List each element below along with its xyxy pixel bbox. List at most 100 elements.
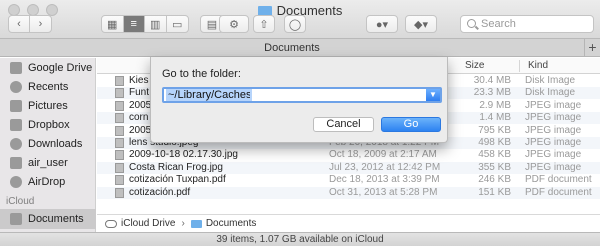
file-date: Oct 18, 2009 at 2:17 AM bbox=[329, 149, 437, 161]
file-kind: JPEG image bbox=[525, 161, 582, 173]
file-name: cotización.pdf bbox=[129, 186, 191, 198]
sidebar-item-label: Google Drive bbox=[28, 62, 93, 74]
sidebar-item-label: Dropbox bbox=[28, 119, 70, 131]
action-button[interactable]: ⚙ bbox=[219, 15, 249, 33]
list-view-icon[interactable]: ≡ bbox=[123, 16, 145, 32]
file-icon bbox=[115, 187, 124, 198]
chevron-right-icon: › bbox=[181, 218, 185, 229]
file-size: 355 KB bbox=[478, 161, 511, 173]
file-kind: PDF document bbox=[525, 186, 592, 198]
file-size: 2.9 MB bbox=[479, 99, 511, 111]
view-mode-control[interactable]: ▦ ≡ ▥ ▭ bbox=[101, 15, 189, 33]
table-row[interactable]: 2009-10-18 02.17.30.jpg Oct 18, 2009 at 2… bbox=[97, 149, 600, 161]
table-row[interactable]: cotización.pdf Oct 31, 2013 at 5:28 PM 151… bbox=[97, 186, 600, 199]
sidebar-item-label: Downloads bbox=[28, 138, 83, 150]
file-icon bbox=[115, 88, 124, 99]
icon-view-icon[interactable]: ▦ bbox=[102, 16, 124, 32]
path-bar: iCloud Drive › Documents bbox=[97, 214, 600, 232]
file-size: 246 KB bbox=[478, 174, 511, 186]
sidebar-item-label: air_user bbox=[28, 157, 68, 169]
file-icon bbox=[115, 113, 124, 124]
tab-bar: Documents + bbox=[0, 39, 600, 57]
file-name: cotización Tuxpan.pdf bbox=[129, 174, 226, 186]
more-button[interactable]: ●▾ bbox=[366, 15, 398, 33]
file-size: 458 KB bbox=[478, 149, 511, 161]
group-icon: ▤ bbox=[206, 18, 218, 31]
sidebar-item-downloads[interactable]: Downloads bbox=[0, 134, 96, 154]
clock-icon bbox=[10, 81, 22, 93]
cloud-icon bbox=[105, 219, 117, 228]
file-size: 795 KB bbox=[478, 124, 511, 136]
path-root[interactable]: iCloud Drive bbox=[121, 218, 175, 229]
status-bar: 39 items, 1.07 GB available on iCloud bbox=[0, 232, 600, 246]
share-icon: ⇧ bbox=[259, 18, 269, 31]
gear-icon: ⚙ bbox=[229, 18, 239, 31]
back-forward-control[interactable]: ‹ › bbox=[8, 15, 52, 33]
file-icon bbox=[115, 175, 124, 186]
folder-path-combobox[interactable]: ▼ bbox=[162, 87, 442, 103]
sidebar-item-label: Pictures bbox=[28, 100, 68, 112]
file-date: Oct 31, 2013 at 5:28 PM bbox=[329, 186, 438, 198]
sidebar-section-icloud: iCloud bbox=[6, 196, 35, 207]
add-tab-button[interactable]: + bbox=[584, 39, 600, 57]
file-kind: JPEG image bbox=[525, 112, 582, 124]
search-input[interactable]: Search bbox=[460, 15, 594, 33]
file-icon bbox=[115, 125, 124, 136]
folder-path-input[interactable] bbox=[166, 89, 252, 101]
file-kind: Disk Image bbox=[525, 87, 576, 99]
table-row[interactable]: cotización Tuxpan.pdf Dec 18, 2013 at 3:3… bbox=[97, 174, 600, 186]
forward-button[interactable]: › bbox=[30, 16, 51, 32]
file-name: Costa Rican Frog.jpg bbox=[129, 161, 223, 173]
file-kind: JPEG image bbox=[525, 99, 582, 111]
downloads-icon bbox=[10, 138, 22, 150]
dropbox-icon bbox=[10, 119, 22, 131]
cancel-button[interactable]: Cancel bbox=[313, 117, 374, 132]
airdrop-icon bbox=[10, 176, 22, 188]
file-size: 30.4 MB bbox=[473, 75, 511, 86]
file-date: Jul 23, 2012 at 12:42 PM bbox=[329, 161, 441, 173]
sidebar-item-dropbox[interactable]: Dropbox bbox=[0, 115, 96, 135]
sidebar-item-label: AirDrop bbox=[28, 176, 66, 188]
file-kind: JPEG image bbox=[525, 137, 582, 148]
file-name: 2005 bbox=[129, 99, 152, 111]
file-icon bbox=[115, 76, 124, 86]
back-button[interactable]: ‹ bbox=[9, 16, 31, 32]
sidebar-item-air-user[interactable]: air_user bbox=[0, 153, 96, 173]
search-icon bbox=[467, 19, 476, 28]
file-name: 2005 bbox=[129, 124, 152, 136]
file-name: Kies bbox=[129, 75, 149, 86]
sidebar-item-google-drive[interactable]: Google Drive bbox=[0, 58, 96, 78]
google-drive-icon bbox=[10, 62, 22, 74]
sidebar-item-icloud-documents[interactable]: Documents bbox=[0, 209, 96, 229]
gallery-view-icon[interactable]: ▭ bbox=[167, 16, 188, 32]
share-button[interactable]: ⇧ bbox=[253, 15, 275, 33]
dropbox-toolbar-button[interactable]: ◆▾ bbox=[405, 15, 437, 33]
path-current[interactable]: Documents bbox=[206, 218, 257, 229]
column-view-icon[interactable]: ▥ bbox=[145, 16, 167, 32]
chevron-down-icon[interactable]: ▼ bbox=[426, 89, 440, 101]
ellipsis-icon: ●▾ bbox=[375, 18, 389, 31]
file-icon bbox=[115, 138, 124, 148]
file-name: 2009-10-18 02.17.30.jpg bbox=[129, 149, 238, 161]
column-header-size[interactable]: Size bbox=[465, 60, 484, 71]
sidebar: Google Drive Recents Pictures Dropbox Do… bbox=[0, 58, 96, 232]
dropbox-icon: ◆▾ bbox=[414, 18, 428, 31]
sidebar-item-airdrop[interactable]: AirDrop bbox=[0, 172, 96, 192]
file-size: 151 KB bbox=[478, 186, 511, 198]
table-row[interactable]: Costa Rican Frog.jpg Jul 23, 2012 at 12:4… bbox=[97, 161, 600, 174]
toolbar: Documents ‹ › ▦ ≡ ▥ ▭ ▤ ⚙ ⇧ ◯ ●▾ ◆▾ Sear… bbox=[0, 0, 600, 39]
file-kind: PDF document bbox=[525, 174, 592, 186]
sidebar-item-pictures[interactable]: Pictures bbox=[0, 96, 96, 116]
tab-documents[interactable]: Documents bbox=[0, 39, 584, 57]
sidebar-item-recents[interactable]: Recents bbox=[0, 77, 96, 97]
go-to-folder-dialog: Go to the folder: ▼ Cancel Go bbox=[150, 57, 448, 143]
go-button[interactable]: Go bbox=[381, 117, 441, 132]
documents-icon bbox=[10, 213, 22, 225]
column-header-kind[interactable]: Kind bbox=[528, 60, 548, 71]
folder-icon bbox=[190, 219, 202, 228]
tags-button[interactable]: ◯ bbox=[284, 15, 306, 33]
file-name: Funt bbox=[129, 87, 150, 99]
sidebar-item-label: Documents bbox=[28, 213, 84, 225]
file-kind: JPEG image bbox=[525, 149, 582, 161]
file-size: 498 KB bbox=[478, 137, 511, 148]
